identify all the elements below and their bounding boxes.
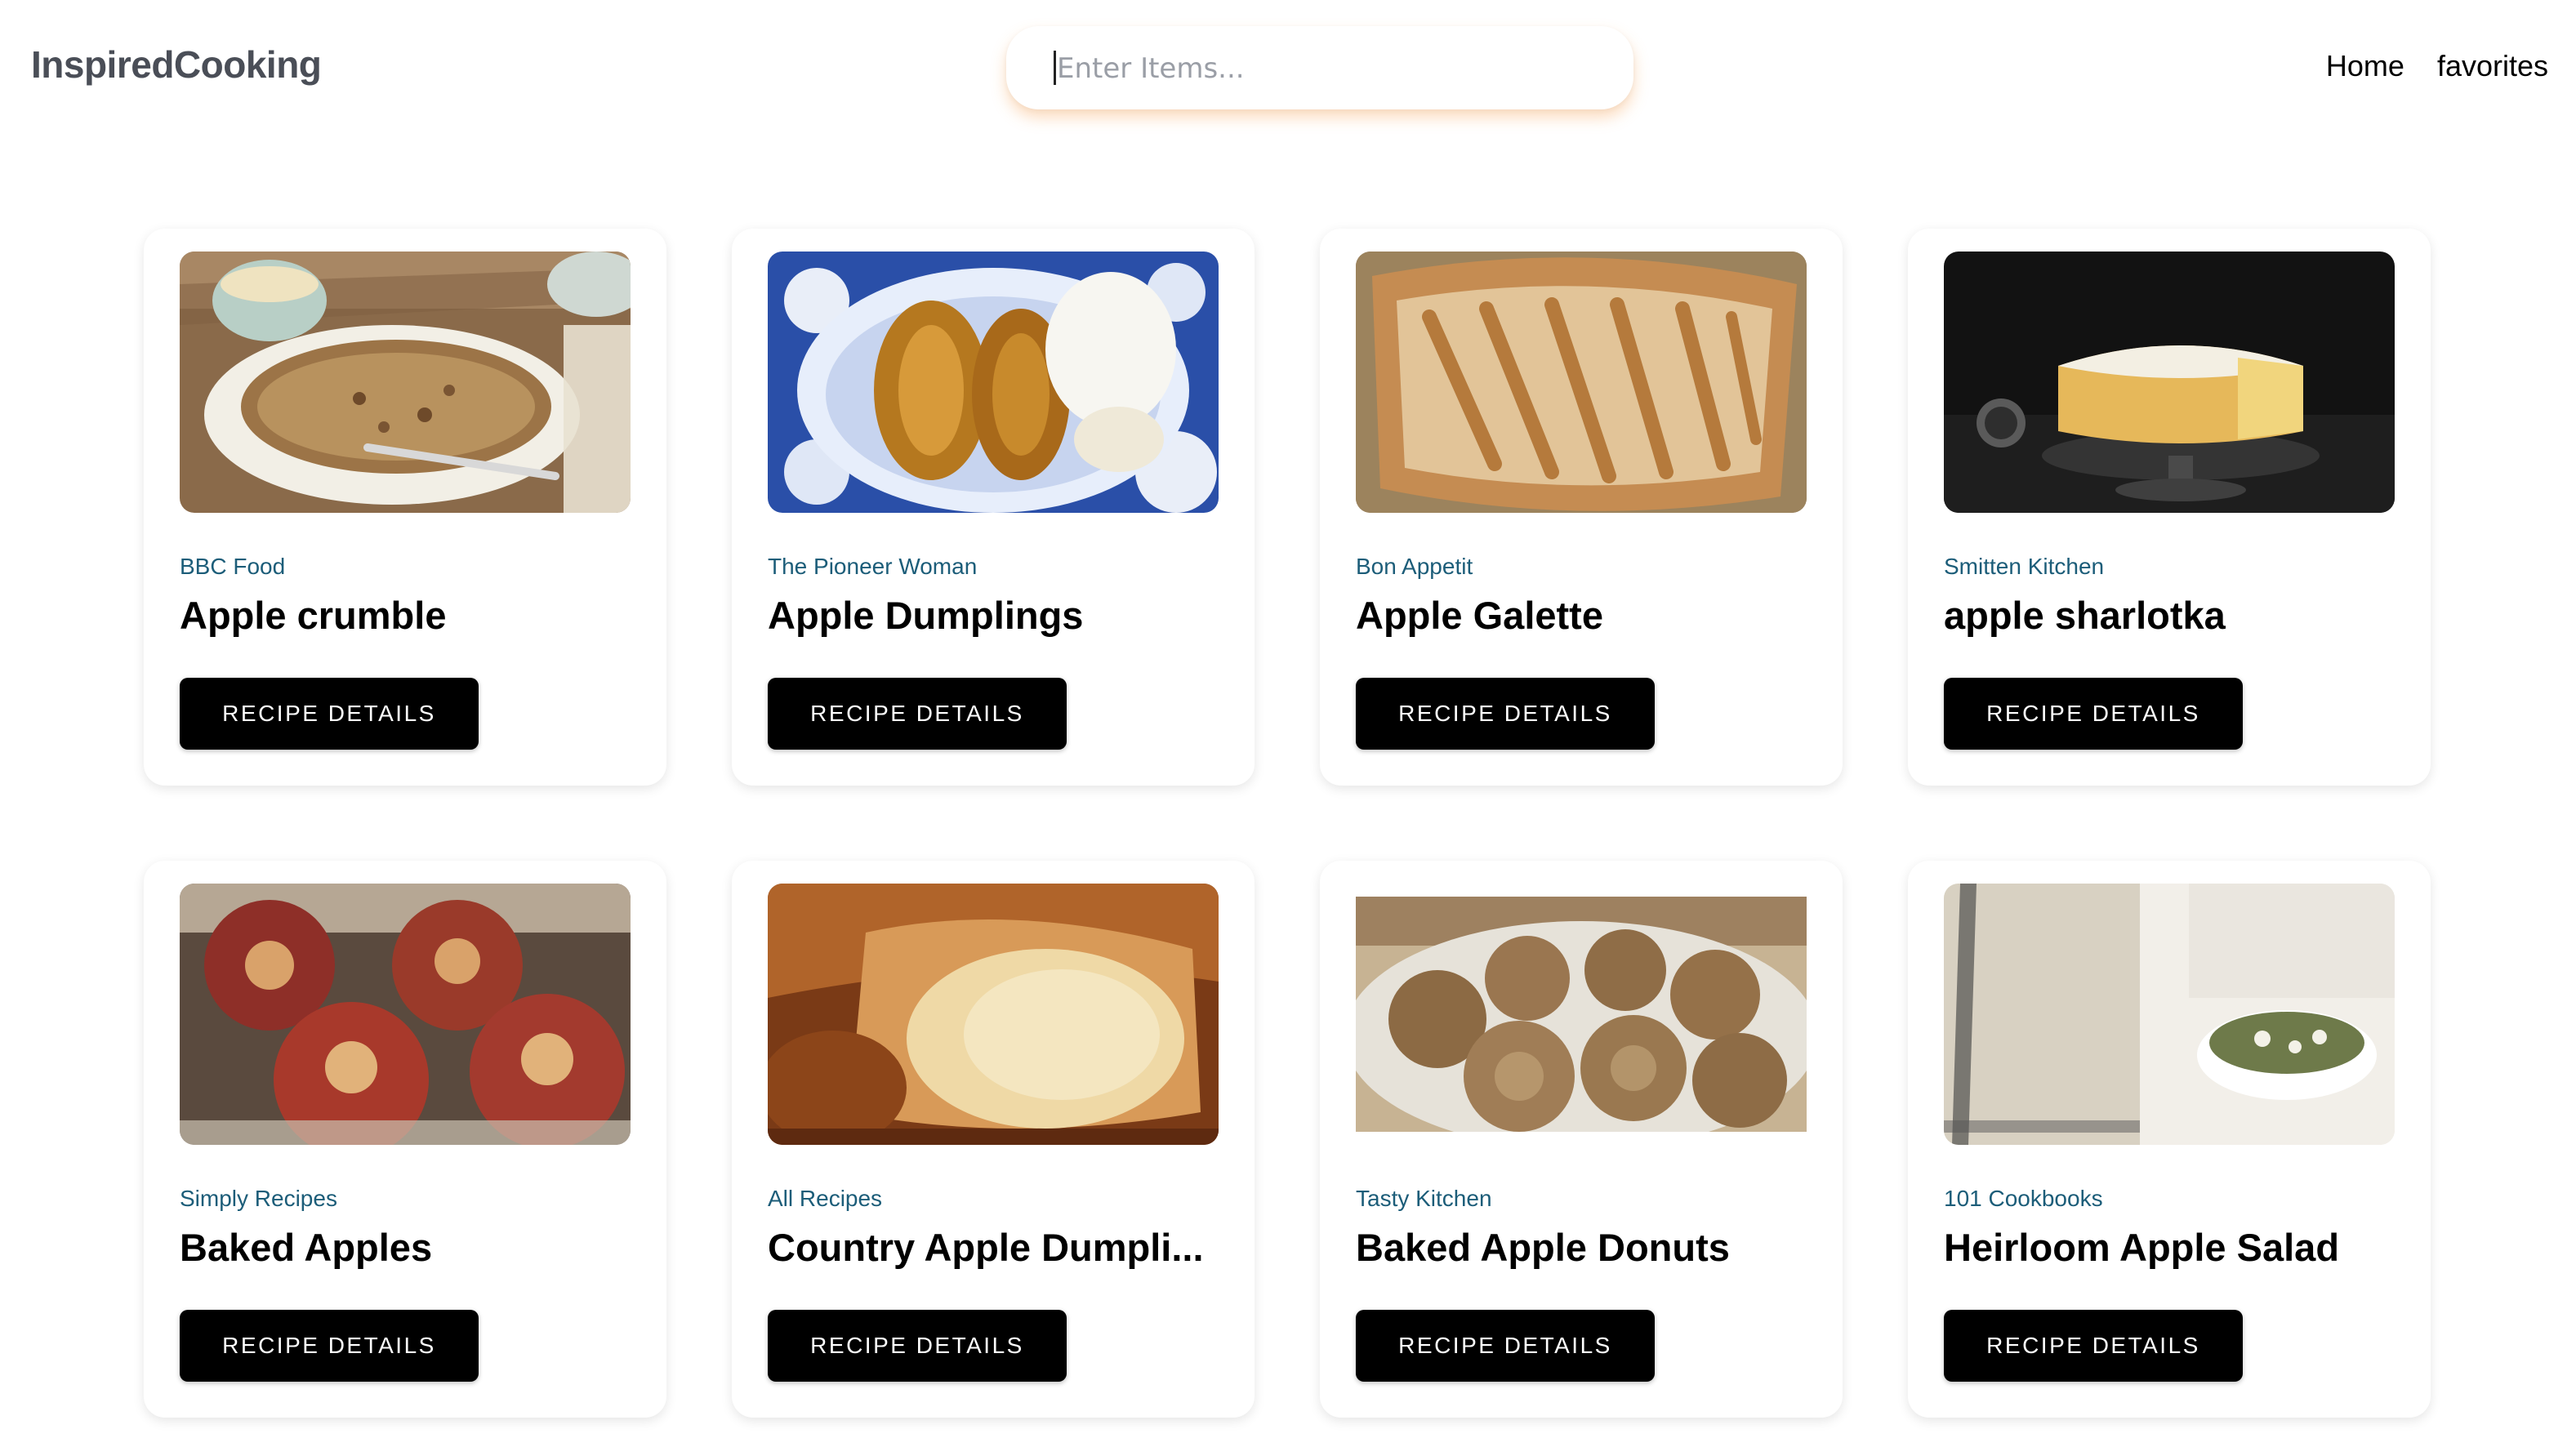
recipe-title: Country Apple Dumpli...: [768, 1226, 1204, 1269]
nav-home-link[interactable]: Home: [2326, 49, 2404, 83]
recipe-details-button[interactable]: RECIPE DETAILS: [1944, 678, 2243, 750]
recipe-details-button[interactable]: RECIPE DETAILS: [1944, 1310, 2243, 1382]
heirloom-apple-salad-image[interactable]: [1944, 884, 2395, 1145]
search-box[interactable]: [1006, 26, 1633, 109]
apple-sharlotka-image[interactable]: [1944, 252, 2395, 513]
recipe-title: Baked Apples: [180, 1226, 433, 1269]
recipe-card: Bon Appetit Apple Galette RECIPE DETAILS: [1320, 229, 1843, 786]
recipe-details-button[interactable]: RECIPE DETAILS: [1356, 678, 1655, 750]
recipe-title: Apple crumble: [180, 594, 447, 637]
brand-logo[interactable]: InspiredCooking: [31, 42, 322, 87]
recipe-details-button[interactable]: RECIPE DETAILS: [180, 1310, 479, 1382]
apple-galette-image[interactable]: [1356, 252, 1807, 513]
recipe-source: Smitten Kitchen: [1944, 554, 2105, 579]
recipe-title: apple sharlotka: [1944, 594, 2226, 637]
recipe-card: Simply Recipes Baked Apples RECIPE DETAI…: [144, 861, 666, 1418]
top-navbar: InspiredCooking Home favorites: [0, 0, 2576, 139]
apple-dumplings-image[interactable]: [768, 252, 1219, 513]
recipe-card: The Pioneer Woman Apple Dumplings RECIPE…: [732, 229, 1255, 786]
recipe-details-button[interactable]: RECIPE DETAILS: [1356, 1310, 1655, 1382]
recipe-details-button[interactable]: RECIPE DETAILS: [768, 678, 1067, 750]
recipe-title: Baked Apple Donuts: [1356, 1226, 1730, 1269]
recipe-details-button[interactable]: RECIPE DETAILS: [768, 1310, 1067, 1382]
nav-links: Home favorites: [2326, 49, 2548, 83]
recipe-card: 101 Cookbooks Heirloom Apple Salad RECIP…: [1908, 861, 2431, 1418]
recipe-source: All Recipes: [768, 1186, 883, 1211]
recipe-details-button[interactable]: RECIPE DETAILS: [180, 678, 479, 750]
baked-apple-donuts-image[interactable]: [1356, 897, 1807, 1132]
baked-apples-image[interactable]: [180, 884, 631, 1145]
country-apple-dumplings-image[interactable]: [768, 884, 1219, 1145]
recipe-source: 101 Cookbooks: [1944, 1186, 2103, 1211]
recipe-source: Tasty Kitchen: [1356, 1186, 1492, 1211]
recipe-source: The Pioneer Woman: [768, 554, 978, 579]
recipe-source: BBC Food: [180, 554, 286, 579]
recipe-card: BBC Food Apple crumble RECIPE DETAILS: [144, 229, 666, 786]
recipe-title: Apple Galette: [1356, 594, 1603, 637]
apple-crumble-image[interactable]: [180, 252, 631, 513]
recipe-source: Bon Appetit: [1356, 554, 1473, 579]
nav-favorites-link[interactable]: favorites: [2437, 49, 2548, 83]
recipe-card: All Recipes Country Apple Dumpli... RECI…: [732, 861, 1255, 1418]
recipe-card: Tasty Kitchen Baked Apple Donuts RECIPE …: [1320, 861, 1843, 1418]
search-input[interactable]: [1055, 42, 1598, 95]
recipe-title: Apple Dumplings: [768, 594, 1084, 637]
recipe-title: Heirloom Apple Salad: [1944, 1226, 2340, 1269]
recipe-card: Smitten Kitchen apple sharlotka RECIPE D…: [1908, 229, 2431, 786]
recipe-grid: BBC Food Apple crumble RECIPE DETAILS Th…: [144, 229, 2431, 1418]
recipe-source: Simply Recipes: [180, 1186, 337, 1211]
